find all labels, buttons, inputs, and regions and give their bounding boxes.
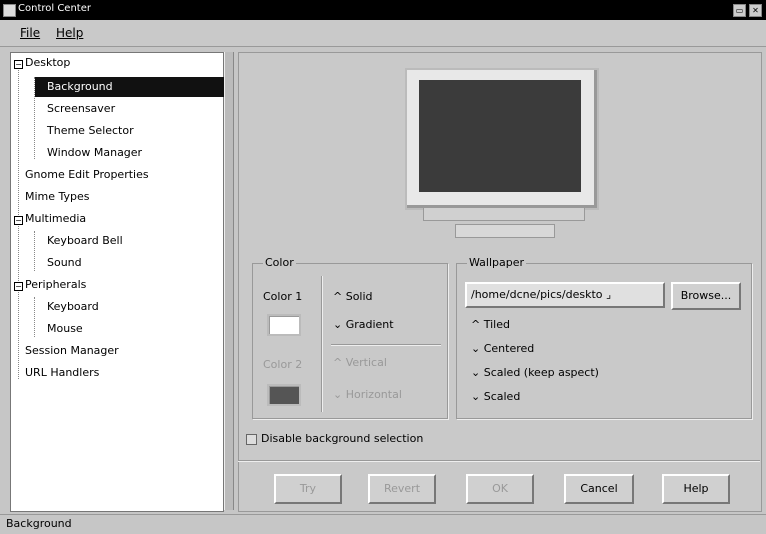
title-bar: Control Center ▭ ✕ — [0, 0, 766, 20]
status-bar: Background — [0, 514, 766, 534]
tree-item-keyboard[interactable]: Keyboard — [47, 297, 99, 317]
wallpaper-path-combo[interactable]: /home/dcne/pics/deskto ⌟ — [465, 282, 665, 308]
wallpaper-path-value: /home/dcne/pics/deskto — [471, 288, 603, 301]
button-separator — [238, 460, 760, 462]
tree-item-peripherals[interactable]: Peripherals — [25, 275, 86, 295]
radio-off-icon: ⌄ — [471, 390, 484, 403]
tree-item-multimedia[interactable]: Multimedia — [25, 209, 86, 229]
color-divider — [321, 276, 323, 412]
scaled-keep-radio[interactable]: ⌄ Scaled (keep aspect) — [471, 366, 599, 379]
tree-item-window-manager[interactable]: Window Manager — [47, 143, 142, 163]
radio-off-icon: ⌄ — [471, 366, 484, 379]
color2-swatch[interactable] — [267, 384, 301, 406]
category-tree: − Desktop Background Screensaver Theme S… — [10, 52, 233, 512]
status-text: Background — [6, 517, 72, 530]
app-icon — [3, 4, 16, 17]
centered-label: Centered — [483, 342, 535, 355]
color1-label: Color 1 — [263, 290, 303, 303]
tree-item-gnome-edit[interactable]: Gnome Edit Properties — [25, 165, 149, 185]
radio-off-icon: ⌄ — [471, 342, 484, 355]
tree-item-screensaver[interactable]: Screensaver — [47, 99, 115, 119]
preview-screen — [419, 80, 581, 192]
close-icon[interactable]: ✕ — [749, 4, 762, 17]
radio-on-icon: ^ — [333, 290, 346, 303]
wallpaper-group: Wallpaper /home/dcne/pics/deskto ⌟ Brows… — [456, 256, 752, 419]
color-group-title: Color — [263, 256, 296, 269]
tree-item-mime-types[interactable]: Mime Types — [25, 187, 90, 207]
tree-item-url-handlers[interactable]: URL Handlers — [25, 363, 99, 383]
collapse-icon[interactable]: − — [14, 60, 23, 69]
color2-label: Color 2 — [263, 358, 303, 371]
chevron-down-icon: ⌟ — [602, 288, 612, 301]
disable-background-label: Disable background selection — [261, 432, 424, 445]
radio-off-icon: ⌄ — [333, 318, 346, 331]
monitor-preview — [405, 68, 599, 210]
revert-button[interactable]: Revert — [368, 474, 436, 504]
scaled-label: Scaled — [483, 390, 521, 403]
tree-item-theme-selector[interactable]: Theme Selector — [47, 121, 134, 141]
menu-help[interactable]: Help — [56, 26, 83, 40]
minimize-icon[interactable]: ▭ — [733, 4, 746, 17]
menu-bar: File Help — [0, 20, 766, 47]
try-button[interactable]: Try — [274, 474, 342, 504]
tiled-radio[interactable]: ^ Tiled — [471, 318, 510, 331]
ok-button[interactable]: OK — [466, 474, 534, 504]
help-button[interactable]: Help — [662, 474, 730, 504]
radio-off-icon: ⌄ — [333, 388, 346, 401]
color1-swatch[interactable] — [267, 314, 301, 336]
wallpaper-group-title: Wallpaper — [467, 256, 527, 269]
checkbox-icon — [246, 433, 257, 445]
radio-on-icon: ^ — [471, 318, 484, 331]
collapse-icon[interactable]: − — [14, 282, 23, 291]
solid-label: Solid — [345, 290, 373, 303]
tiled-label: Tiled — [483, 318, 510, 331]
cancel-button[interactable]: Cancel — [564, 474, 634, 504]
tree-item-background[interactable]: Background — [35, 77, 233, 97]
scaled-keep-label: Scaled (keep aspect) — [483, 366, 599, 379]
tree-item-sound[interactable]: Sound — [47, 253, 82, 273]
tree-item-mouse[interactable]: Mouse — [47, 319, 83, 339]
vertical-radio[interactable]: ^ Vertical — [333, 356, 387, 369]
tree-line — [34, 297, 35, 337]
vertical-label: Vertical — [345, 356, 387, 369]
color-group: Color Color 1 Color 2 ^ Solid ⌄ Gradient… — [252, 256, 448, 419]
menu-file[interactable]: File — [20, 26, 40, 40]
scaled-radio[interactable]: ⌄ Scaled — [471, 390, 520, 403]
collapse-icon[interactable]: − — [14, 216, 23, 225]
gradient-label: Gradient — [345, 318, 394, 331]
solid-radio[interactable]: ^ Solid — [333, 290, 373, 303]
gradient-radio[interactable]: ⌄ Gradient — [333, 318, 394, 331]
disable-background-checkbox[interactable]: Disable background selection — [246, 432, 423, 445]
browse-button[interactable]: Browse... — [671, 282, 741, 310]
tree-item-keyboard-bell[interactable]: Keyboard Bell — [47, 231, 123, 251]
monitor-stand — [423, 207, 585, 221]
centered-radio[interactable]: ⌄ Centered — [471, 342, 534, 355]
tree-item-session-manager[interactable]: Session Manager — [25, 341, 119, 361]
horizontal-radio[interactable]: ⌄ Horizontal — [333, 388, 402, 401]
horizontal-label: Horizontal — [345, 388, 402, 401]
monitor-base — [455, 224, 555, 238]
window-title: Control Center — [18, 3, 91, 14]
radio-divider — [331, 344, 441, 346]
tree-item-desktop[interactable]: Desktop — [25, 53, 70, 73]
tree-line — [34, 231, 35, 271]
pane-splitter[interactable] — [224, 52, 234, 510]
radio-on-icon: ^ — [333, 356, 346, 369]
